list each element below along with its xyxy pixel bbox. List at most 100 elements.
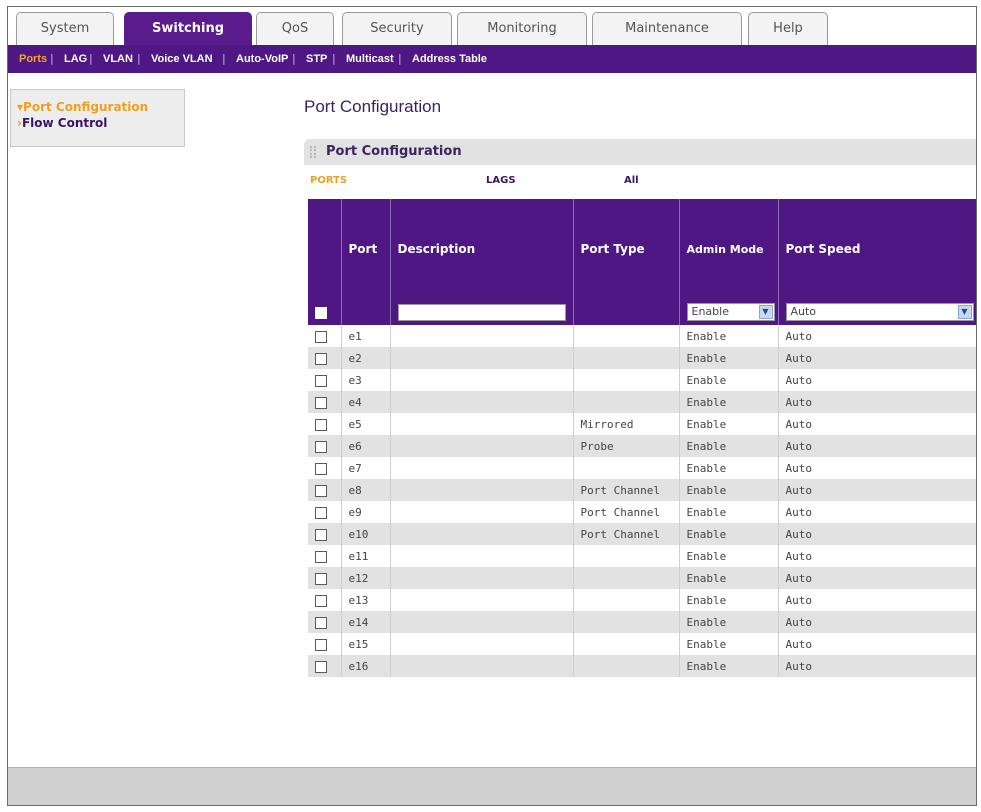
port-type-cell — [573, 545, 680, 567]
port-speed-cell: Auto — [778, 479, 976, 501]
port-configuration-table: Port Description Port Type Admin Mode Po… — [308, 199, 976, 677]
port-cell: e11 — [341, 545, 391, 567]
menu-item-label: Port Configuration — [23, 100, 149, 114]
subnav-separator: | — [332, 52, 336, 65]
edit-row-speed-cell: Auto ▼ — [778, 299, 976, 325]
port-speed-cell: Auto — [778, 501, 976, 523]
description-input[interactable] — [397, 303, 566, 321]
subnav-voice-vlan[interactable]: Voice VLAN — [151, 45, 213, 73]
row-checkbox[interactable] — [315, 506, 327, 519]
admin-mode-cell: Enable — [679, 413, 779, 435]
left-menu: ▾Port Configuration ›Flow Control — [10, 89, 185, 147]
tab-security[interactable]: Security — [342, 12, 452, 45]
row-checkbox[interactable] — [315, 484, 327, 497]
row-select-cell — [308, 501, 342, 523]
port-type-cell: Port Channel — [573, 501, 680, 523]
subnav-separator: | — [137, 52, 141, 65]
edit-row-select-cell — [308, 299, 342, 325]
row-checkbox[interactable] — [315, 616, 327, 629]
tab-maintenance[interactable]: Maintenance — [592, 12, 742, 45]
row-checkbox[interactable] — [315, 352, 327, 365]
admin-mode-cell: Enable — [679, 391, 779, 413]
description-cell — [390, 457, 574, 479]
filter-all[interactable]: All — [624, 175, 639, 186]
filter-lags[interactable]: LAGS — [486, 175, 516, 186]
table-row: e12 Enable Auto — [308, 567, 976, 589]
row-checkbox[interactable] — [315, 638, 327, 651]
header-description: Description — [390, 199, 574, 299]
subnav-stp[interactable]: STP — [306, 45, 327, 73]
tab-help[interactable]: Help — [748, 12, 828, 45]
subnav-separator: | — [50, 52, 54, 65]
port-cell: e12 — [341, 567, 391, 589]
subnav-multicast[interactable]: Multicast — [346, 45, 394, 73]
row-select-cell — [308, 347, 342, 369]
subnav-address-table[interactable]: Address Table — [412, 45, 487, 73]
admin-mode-select[interactable]: Enable ▼ — [686, 303, 775, 321]
tab-system[interactable]: System — [16, 12, 114, 45]
subnav-separator: | — [398, 52, 402, 65]
port-speed-cell: Auto — [778, 655, 976, 677]
row-checkbox[interactable] — [315, 330, 327, 343]
drag-grip-icon — [310, 146, 316, 158]
port-speed-cell: Auto — [778, 589, 976, 611]
port-type-cell: Mirrored — [573, 413, 680, 435]
row-checkbox[interactable] — [315, 396, 327, 409]
port-cell: e7 — [341, 457, 391, 479]
row-select-cell — [308, 589, 342, 611]
tab-qos[interactable]: QoS — [256, 12, 334, 45]
subnav-vlan[interactable]: VLAN — [103, 45, 133, 73]
row-select-cell — [308, 545, 342, 567]
port-cell: e4 — [341, 391, 391, 413]
row-checkbox[interactable] — [315, 572, 327, 585]
port-type-cell: Probe — [573, 435, 680, 457]
port-type-cell — [573, 457, 680, 479]
section-header: Port Configuration — [304, 139, 976, 165]
row-checkbox[interactable] — [315, 594, 327, 607]
admin-mode-cell: Enable — [679, 545, 779, 567]
row-select-cell — [308, 369, 342, 391]
port-type-cell — [573, 347, 680, 369]
select-all-checkbox[interactable] — [315, 306, 327, 319]
row-checkbox[interactable] — [315, 660, 327, 673]
menu-item-flow-control[interactable]: ›Flow Control — [17, 116, 107, 130]
row-checkbox[interactable] — [315, 528, 327, 541]
subnav-lag[interactable]: LAG — [64, 45, 87, 73]
subnav-separator: | — [222, 52, 226, 65]
table-row: e16 Enable Auto — [308, 655, 976, 677]
table-row: e10 Port Channel Enable Auto — [308, 523, 976, 545]
row-select-cell — [308, 413, 342, 435]
admin-mode-cell: Enable — [679, 523, 779, 545]
row-checkbox[interactable] — [315, 418, 327, 431]
menu-item-port-configuration[interactable]: ▾Port Configuration — [17, 100, 148, 114]
admin-mode-cell: Enable — [679, 589, 779, 611]
footer-bar — [8, 767, 976, 805]
description-cell — [390, 479, 574, 501]
table-row: e1 Enable Auto — [308, 325, 976, 347]
row-checkbox[interactable] — [315, 462, 327, 475]
subnav-auto-voip[interactable]: Auto-VoIP — [236, 45, 288, 73]
port-type-cell — [573, 567, 680, 589]
port-type-cell — [573, 391, 680, 413]
row-checkbox[interactable] — [315, 374, 327, 387]
description-cell — [390, 545, 574, 567]
row-checkbox[interactable] — [315, 550, 327, 563]
tab-monitoring[interactable]: Monitoring — [457, 12, 587, 45]
filter-ports[interactable]: PORTS — [310, 175, 347, 186]
subnav-ports[interactable]: Ports — [19, 45, 47, 73]
port-speed-select[interactable]: Auto ▼ — [785, 303, 974, 321]
main-tab-bar: System Switching QoS Security Monitoring… — [8, 7, 976, 45]
port-type-cell — [573, 655, 680, 677]
row-select-cell — [308, 435, 342, 457]
port-table-container: Port Description Port Type Admin Mode Po… — [308, 199, 976, 677]
edit-row-admin-cell: Enable ▼ — [679, 299, 779, 325]
row-checkbox[interactable] — [315, 440, 327, 453]
table-row: e5 Mirrored Enable Auto — [308, 413, 976, 435]
description-cell — [390, 523, 574, 545]
port-speed-cell: Auto — [778, 413, 976, 435]
table-row: e13 Enable Auto — [308, 589, 976, 611]
admin-mode-cell: Enable — [679, 567, 779, 589]
port-speed-cell: Auto — [778, 523, 976, 545]
admin-mode-cell: Enable — [679, 501, 779, 523]
tab-switching[interactable]: Switching — [124, 12, 252, 45]
